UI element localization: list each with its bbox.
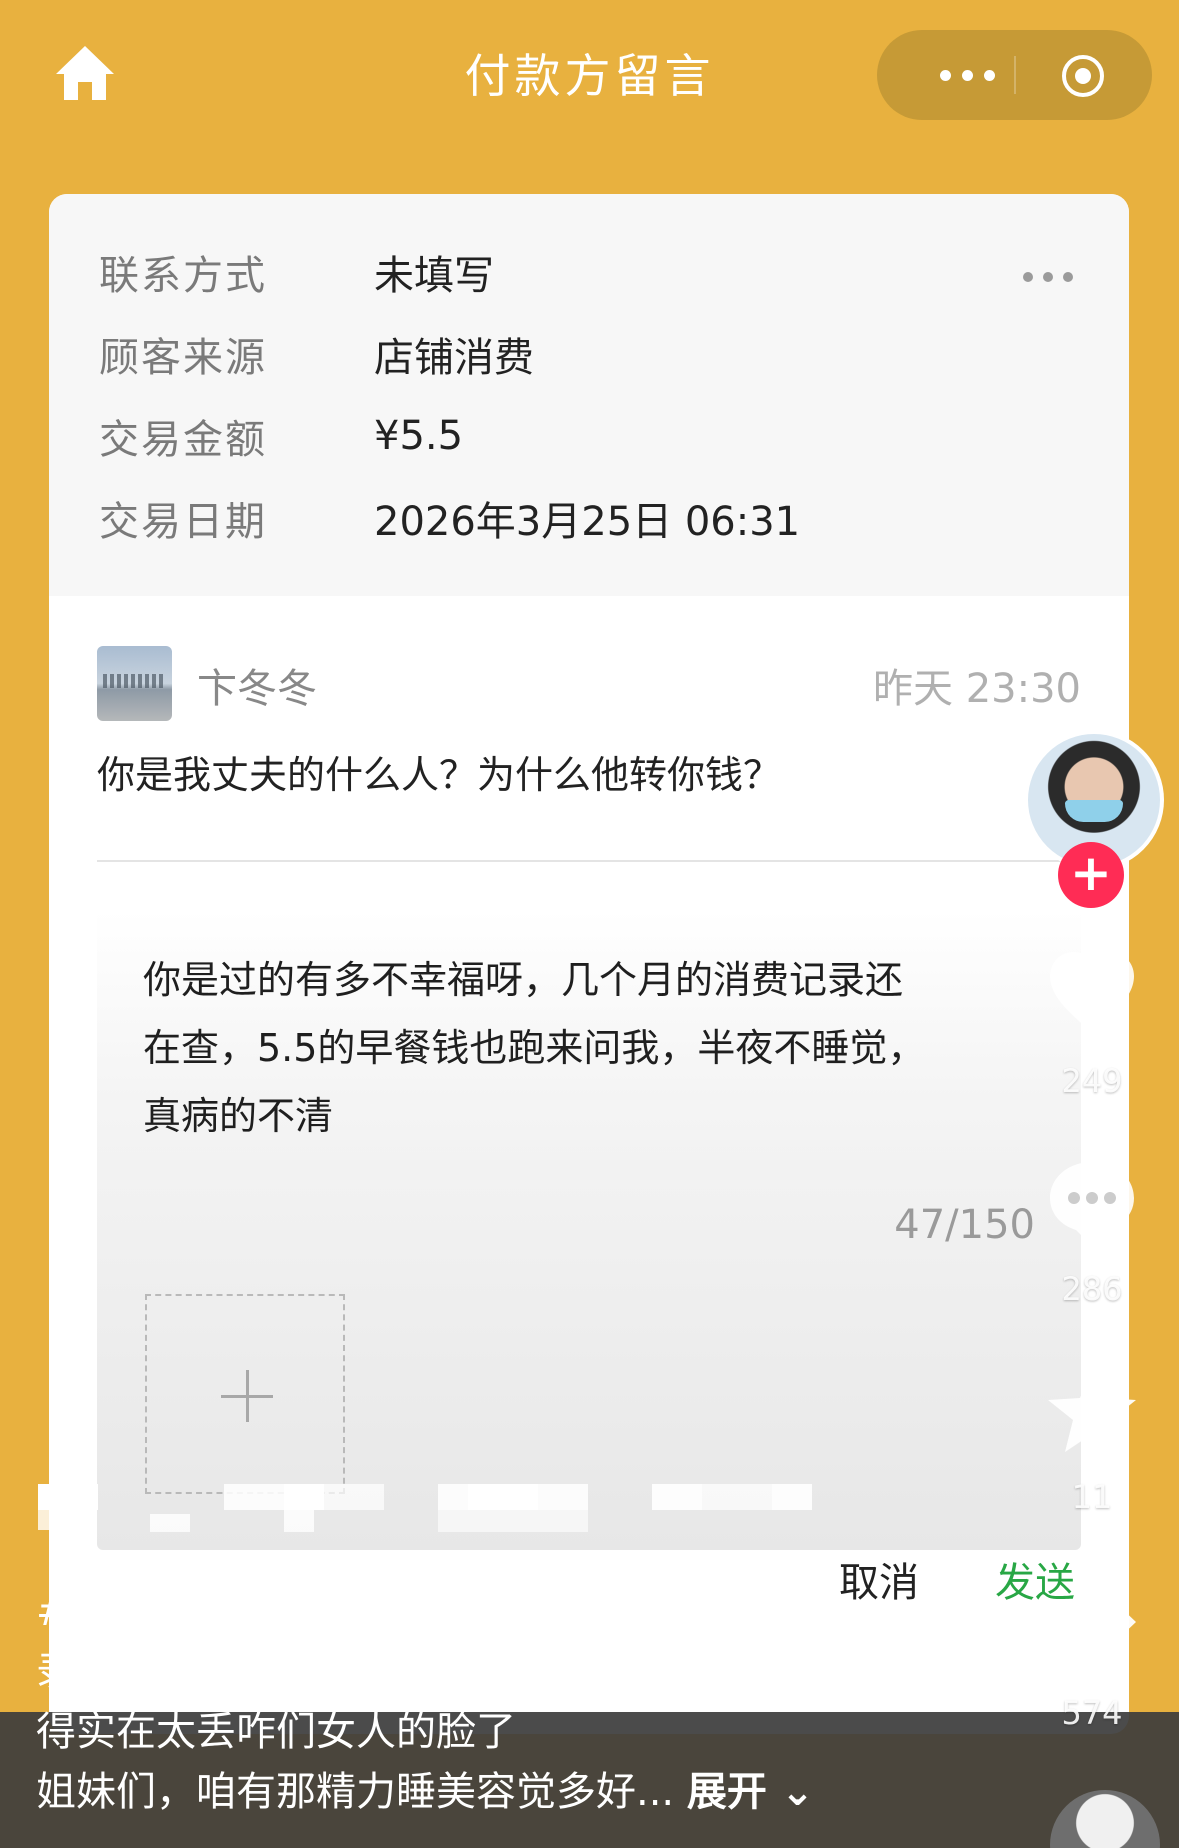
info-value: 店铺消费 — [374, 335, 534, 381]
sender-name: 卞冬冬 — [197, 666, 317, 712]
info-value: 未填写 — [374, 253, 494, 299]
expand-button[interactable]: 展开 ⌄ — [687, 1769, 814, 1815]
target-close-icon[interactable] — [1060, 53, 1106, 99]
info-row-source: 顾客来源 店铺消费 — [99, 324, 534, 384]
creator-avatar-detail — [1065, 800, 1123, 822]
mosaic-blur — [38, 1484, 813, 1544]
expand-label: 展开 — [686, 1769, 767, 1815]
info-label: 联系方式 — [99, 253, 267, 299]
info-value: ¥5.5 — [374, 413, 464, 459]
transaction-info: 联系方式 未填写 顾客来源 店铺消费 交易金额 ¥5.5 交易日期 2026年3… — [49, 194, 1129, 596]
capsule-divider — [1014, 56, 1016, 94]
info-row-amount: 交易金额 ¥5.5 — [99, 406, 463, 466]
info-label: 交易金额 — [99, 417, 267, 463]
info-value: 2026年3月25日 06:31 — [374, 499, 801, 545]
message-text: 你是我丈夫的什么人？为什么他转你钱？ — [97, 753, 782, 797]
caption-line: 姐妹们，咱有那精力睡美容觉多好... 展开 ⌄ — [36, 1762, 916, 1822]
follow-button[interactable]: + — [1058, 842, 1124, 908]
favorite-count: 11 — [1071, 1478, 1113, 1516]
heart-icon[interactable] — [1042, 944, 1142, 1044]
reply-line: 真病的不清 — [143, 1094, 334, 1138]
video-caption[interactable]: ###吐槽 大清早看见NaoC女在顾客消费记 录处留言，看了一下，本想小事一桩，… — [36, 1582, 916, 1822]
reply-line: 在查，5.5的早餐钱也跑来问我，半夜不睡觉， — [143, 1026, 926, 1070]
top-bar: 付款方留言 — [0, 0, 1179, 150]
message-time: 昨天 23:30 — [873, 666, 1081, 712]
caption-line: ###吐槽 大清早看见NaoC女在顾客消费记 — [36, 1589, 817, 1635]
info-label: 交易日期 — [99, 499, 267, 545]
info-more-icon[interactable] — [1023, 272, 1073, 282]
reply-text: 你是过的有多不幸福呀，几个月的消费记录还 在查，5.5的早餐钱也跑来问我，半夜不… — [143, 946, 1023, 1150]
info-label: 顾客来源 — [99, 335, 267, 381]
add-image-button[interactable] — [145, 1294, 345, 1494]
reply-line: 你是过的有多不幸福呀，几个月的消费记录还 — [143, 958, 904, 1002]
chevron-down-icon: ⌄ — [766, 1769, 815, 1815]
divider — [97, 860, 1081, 862]
info-row-contact: 联系方式 未填写 — [99, 242, 494, 302]
like-count: 249 — [1061, 1062, 1123, 1100]
caption-line: 得实在太丢咋们女人的脸了 — [36, 1709, 516, 1755]
comment-icon[interactable] — [1042, 1152, 1142, 1252]
caption-line: 录处留言，看了一下，本想小事一桩，可觉 — [36, 1649, 796, 1695]
comment-count: 286 — [1061, 1270, 1123, 1308]
more-dots-icon[interactable] — [917, 50, 1017, 100]
char-counter: 47/150 — [894, 1202, 1035, 1248]
mini-program-capsule — [877, 30, 1152, 120]
caption-last-line: 姐妹们，咱有那精力睡美容觉多好... — [36, 1769, 675, 1815]
share-icon[interactable] — [1042, 1574, 1142, 1674]
reply-input[interactable]: 你是过的有多不幸福呀，几个月的消费记录还 在查，5.5的早餐钱也跑来问我，半夜不… — [97, 910, 1081, 1550]
info-row-date: 交易日期 2026年3月25日 06:31 — [99, 488, 800, 548]
avatar[interactable] — [97, 646, 172, 721]
share-count: 574 — [1061, 1694, 1123, 1732]
star-icon[interactable] — [1042, 1362, 1142, 1462]
